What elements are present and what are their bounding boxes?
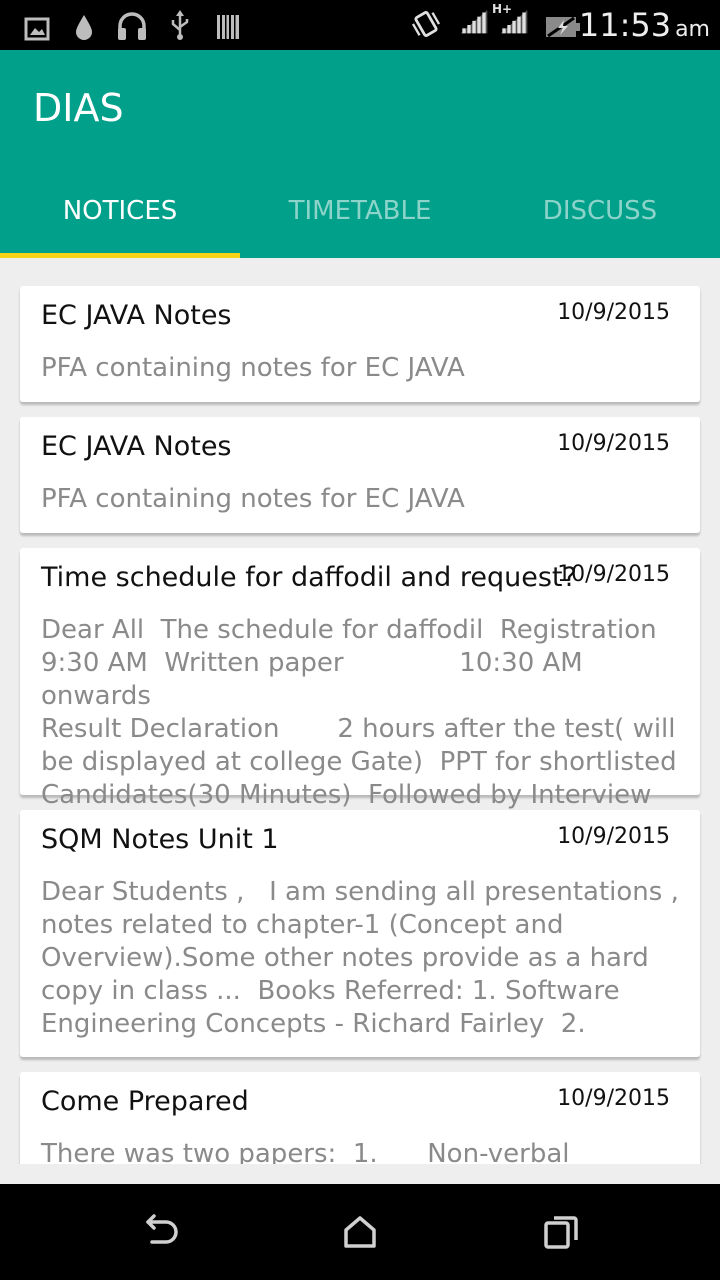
app-title: DIAS [33, 86, 124, 130]
headphones-icon [118, 12, 146, 40]
clock: 11:53 am [579, 6, 710, 44]
status-bar: H+ 11:53 am [0, 0, 720, 50]
tab-bar: NOTICES TIMETABLE DISCUSS [0, 170, 720, 258]
barcode-icon [217, 15, 239, 39]
notice-title: EC JAVA Notes [41, 300, 232, 331]
tab-notices[interactable]: NOTICES [0, 170, 240, 258]
notice-body: PFA containing notes for EC JAVA [41, 484, 465, 514]
notice-card[interactable]: SQM Notes Unit 1 10/9/2015 Dear Students… [20, 810, 700, 1057]
tab-discuss-label: DISCUSS [542, 196, 658, 226]
screen: H+ 11:53 am DIAS NOTICES TIMETABLE DISCU… [0, 0, 720, 1280]
notice-title: EC JAVA Notes [41, 431, 232, 462]
notice-body: PFA containing notes for EC JAVA [41, 353, 465, 383]
notice-date: 10/9/2015 [557, 300, 670, 325]
back-icon[interactable] [140, 1214, 180, 1250]
notice-card[interactable]: Time schedule for daffodil and request? … [20, 548, 700, 810]
image-icon [24, 17, 50, 41]
app-bar: DIAS NOTICES TIMETABLE DISCUSS [0, 50, 720, 258]
home-icon[interactable] [340, 1214, 380, 1250]
clock-ampm: am [675, 17, 710, 42]
notice-date: 10/9/2015 [557, 562, 670, 587]
navigation-bar [0, 1184, 720, 1280]
notice-body: Dear All The schedule for daffodil Regis… [41, 615, 677, 810]
notice-date: 10/9/2015 [557, 1086, 670, 1111]
notice-card[interactable]: EC JAVA Notes 10/9/2015 PFA containing n… [20, 417, 700, 533]
battery-charging-icon [546, 16, 580, 38]
usb-icon [171, 10, 189, 40]
notice-date: 10/9/2015 [557, 431, 670, 456]
water-drop-icon [76, 15, 92, 40]
notice-body: There was two papers: 1. Non-verbal [41, 1139, 570, 1164]
notice-body: Dear Students , I am sending all present… [41, 877, 679, 1039]
signal-hplus-icon [460, 10, 488, 34]
notice-date: 10/9/2015 [557, 824, 670, 849]
clock-time: 11:53 [578, 6, 672, 44]
tab-timetable[interactable]: TIMETABLE [240, 170, 480, 258]
signal-icon [500, 10, 528, 34]
tab-discuss[interactable]: DISCUSS [480, 170, 720, 258]
notice-title: SQM Notes Unit 1 [41, 824, 279, 855]
notice-title: Time schedule for daffodil and request? [41, 562, 577, 593]
vibrate-icon [411, 11, 441, 37]
notice-title: Come Prepared [41, 1086, 249, 1117]
recents-icon[interactable] [542, 1214, 582, 1250]
notices-list[interactable]: EC JAVA Notes 10/9/2015 PFA containing n… [0, 258, 720, 1164]
tab-timetable-label: TIMETABLE [288, 196, 432, 226]
tab-notices-label: NOTICES [62, 196, 178, 226]
notice-card[interactable]: Come Prepared 10/9/2015 There was two pa… [20, 1072, 700, 1164]
notice-card[interactable]: EC JAVA Notes 10/9/2015 PFA containing n… [20, 286, 700, 402]
